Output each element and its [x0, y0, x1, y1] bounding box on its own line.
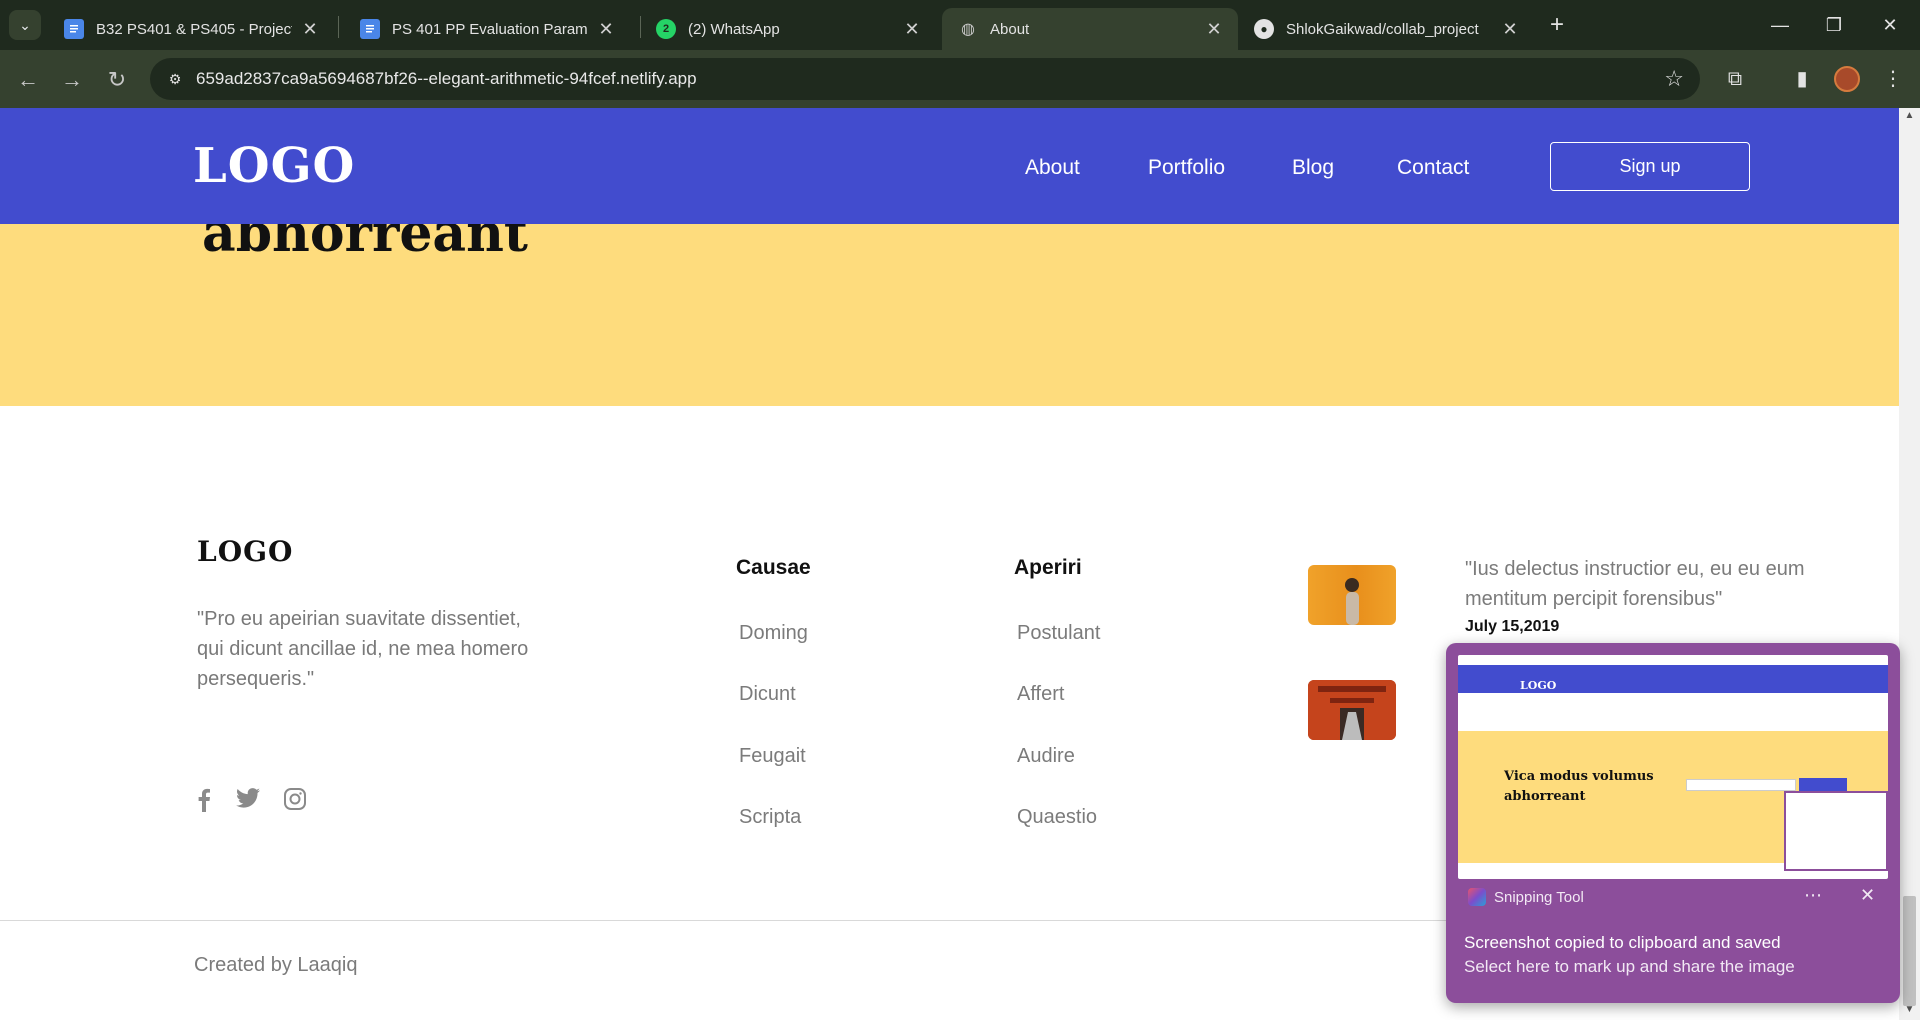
address-bar[interactable]: ⚙ 659ad2837ca9a5694687bf26--elegant-arit… — [150, 58, 1700, 100]
tab-search-button[interactable]: ⌄ — [9, 10, 41, 40]
new-tab-button[interactable]: + — [1542, 10, 1572, 40]
close-icon: ✕ — [1882, 15, 1898, 35]
preview-header: LOGO — [1458, 665, 1888, 693]
footer-column-title: Causae — [736, 556, 811, 579]
preview-button — [1799, 778, 1847, 792]
close-tab-icon[interactable]: ✕ — [300, 19, 320, 40]
screenshot-preview[interactable]: LOGO Vica modus volumus abhorreant — [1458, 655, 1888, 879]
menu-kebab-icon[interactable]: ⋮ — [1878, 64, 1908, 94]
nav-contact[interactable]: Contact — [1397, 156, 1469, 180]
preview-nested-screenshot — [1784, 791, 1888, 871]
close-tab-icon[interactable]: ✕ — [902, 19, 922, 40]
footer-link[interactable]: Feugait — [739, 745, 806, 768]
nav-blog[interactable]: Blog — [1292, 156, 1334, 180]
snipping-tool-icon — [1468, 888, 1486, 906]
browser-tab-strip: ⌄ B32 PS401 & PS405 - Project Pr ✕ PS 40… — [0, 0, 1920, 50]
snipping-tool-notification[interactable]: LOGO Vica modus volumus abhorreant Snipp… — [1446, 643, 1900, 1003]
footer-link[interactable]: Scripta — [739, 806, 801, 829]
whatsapp-icon: 2 — [656, 19, 676, 39]
restore-icon: ❐ — [1825, 15, 1843, 35]
footer-link[interactable]: Affert — [1017, 683, 1064, 706]
close-tab-icon[interactable]: ✕ — [596, 19, 616, 40]
footer-link[interactable]: Doming — [739, 622, 808, 645]
browser-tab-active[interactable]: ◍ About ✕ — [942, 8, 1238, 50]
url-text[interactable]: 659ad2837ca9a5694687bf26--elegant-arithm… — [196, 69, 697, 89]
back-button[interactable]: ← — [10, 62, 46, 98]
signup-button[interactable]: Sign up — [1550, 142, 1750, 191]
header-logo[interactable]: LOGO — [193, 138, 355, 194]
footer-logo[interactable]: LOGO — [197, 535, 293, 568]
google-docs-icon — [360, 19, 380, 39]
tab-title: PS 401 PP Evaluation Parameter — [392, 20, 588, 38]
close-tab-icon[interactable]: ✕ — [1500, 19, 1520, 40]
scroll-down-arrow-icon[interactable]: ▼ — [1903, 1004, 1916, 1018]
arrow-right-icon: → — [61, 67, 83, 92]
forward-button[interactable]: → — [54, 62, 90, 98]
minimize-icon: — — [1771, 15, 1789, 35]
browser-tab[interactable]: PS 401 PP Evaluation Parameter ✕ — [344, 8, 630, 50]
footer-quote: "Pro eu apeirian suavitate dissentiet, q… — [197, 608, 529, 690]
more-options-icon[interactable]: ⋯ — [1804, 885, 1822, 906]
browser-tab[interactable]: ● ShlokGaikwad/collab_project ✕ — [1238, 8, 1534, 50]
footer-column-title: Aperiri — [1014, 556, 1082, 579]
footer-link[interactable]: Audire — [1017, 745, 1075, 768]
globe-icon: ◍ — [961, 21, 975, 38]
restore-button[interactable]: ❐ — [1804, 8, 1864, 42]
close-tab-icon[interactable]: ✕ — [1204, 19, 1224, 40]
plus-icon: + — [1549, 11, 1564, 38]
side-panel-icon[interactable]: ▮ — [1787, 64, 1817, 94]
instagram-icon[interactable] — [284, 788, 306, 816]
preview-title: Vica modus volumus abhorreant — [1504, 769, 1654, 804]
notification-app-name: Snipping Tool — [1494, 889, 1584, 906]
site-header: LOGO About Portfolio Blog Contact Sign u… — [0, 108, 1899, 224]
arrow-left-icon: ← — [17, 67, 39, 92]
notification-sub-message: Select here to mark up and share the ima… — [1464, 957, 1795, 976]
nav-about[interactable]: About — [1025, 156, 1080, 180]
notification-message: Screenshot copied to clipboard and saved — [1464, 933, 1781, 952]
browser-tab[interactable]: B32 PS401 & PS405 - Project Pr ✕ — [48, 8, 334, 50]
tab-title: ShlokGaikwad/collab_project — [1286, 20, 1479, 38]
tab-title: B32 PS401 & PS405 - Project Pr — [96, 20, 292, 38]
tab-title: (2) WhatsApp — [688, 20, 780, 38]
twitter-icon[interactable] — [236, 788, 260, 814]
footer-credit: Created by Laaqiq — [194, 954, 358, 976]
google-docs-icon — [64, 19, 84, 39]
post-quote: "Ius delectus instructior eu, eu eu eum … — [1465, 558, 1805, 610]
close-icon[interactable]: ✕ — [1860, 885, 1875, 906]
site-info-icon[interactable]: ⚙ — [164, 68, 186, 90]
github-icon: ● — [1254, 19, 1274, 39]
profile-avatar[interactable] — [1834, 66, 1860, 92]
extensions-icon[interactable]: ⧉ — [1720, 64, 1750, 94]
browser-tab[interactable]: 2 (2) WhatsApp ✕ — [640, 8, 936, 50]
scroll-up-arrow-icon[interactable]: ▲ — [1903, 110, 1916, 124]
facebook-icon[interactable] — [197, 788, 211, 818]
post-thumbnail[interactable] — [1308, 680, 1396, 740]
post-thumbnail[interactable] — [1308, 565, 1396, 625]
close-window-button[interactable]: ✕ — [1860, 8, 1920, 42]
footer-link[interactable]: Dicunt — [739, 683, 796, 706]
scrollbar-thumb[interactable] — [1903, 896, 1916, 1006]
nav-portfolio[interactable]: Portfolio — [1148, 156, 1225, 180]
footer-link[interactable]: Postulant — [1017, 622, 1100, 645]
post-date: July 15,2019 — [1465, 618, 1560, 635]
page-scrollbar[interactable]: ▲ ▼ — [1899, 108, 1920, 1020]
preview-logo: LOGO — [1520, 679, 1557, 692]
preview-input — [1686, 779, 1796, 791]
reload-button[interactable]: ↻ — [99, 62, 135, 98]
minimize-button[interactable]: — — [1750, 8, 1810, 42]
bookmark-star-icon[interactable]: ☆ — [1664, 66, 1684, 92]
tab-divider — [338, 16, 339, 38]
reload-icon: ↻ — [107, 67, 127, 92]
chevron-down-icon: ⌄ — [19, 16, 31, 33]
footer-link[interactable]: Quaestio — [1017, 806, 1097, 829]
tab-title: About — [990, 20, 1030, 38]
